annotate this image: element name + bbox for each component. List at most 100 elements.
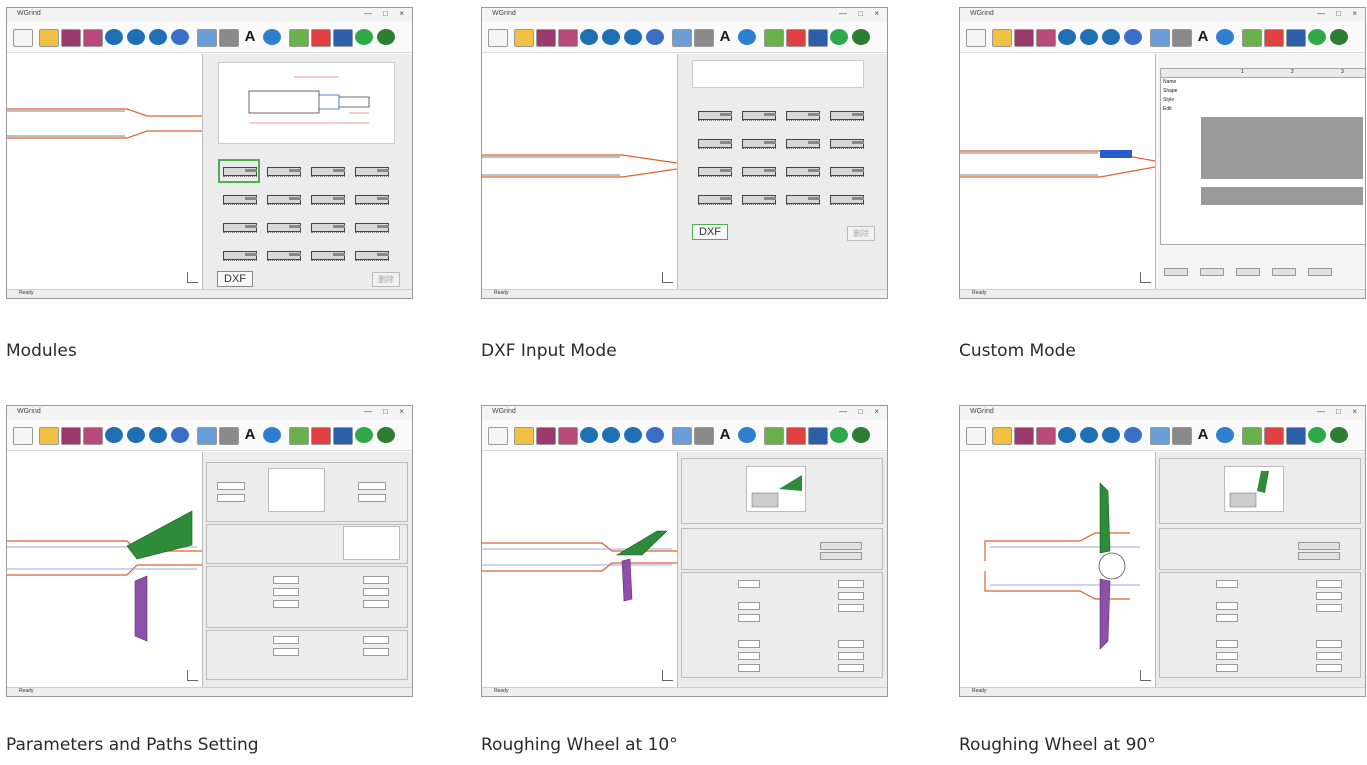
refresh-icon[interactable] xyxy=(1330,427,1348,443)
param-field[interactable] xyxy=(1316,664,1342,672)
measure-icon[interactable] xyxy=(197,427,217,445)
dxf-button[interactable]: DXF xyxy=(692,224,728,240)
save-as-icon[interactable] xyxy=(558,427,578,445)
module-thumb[interactable] xyxy=(263,160,303,182)
save-as-icon[interactable] xyxy=(1036,29,1056,47)
origin-icon[interactable] xyxy=(1264,427,1284,445)
maximize-icon[interactable]: □ xyxy=(1336,9,1341,18)
maximize-icon[interactable]: □ xyxy=(383,407,388,416)
dressing-button[interactable] xyxy=(1298,552,1340,560)
module-thumb[interactable] xyxy=(738,188,778,210)
module-thumb[interactable] xyxy=(826,160,866,182)
table-action-button[interactable] xyxy=(1200,268,1224,276)
pan-icon[interactable] xyxy=(646,29,664,45)
param-field[interactable] xyxy=(738,614,760,622)
zoom-fit-icon[interactable] xyxy=(149,29,167,45)
pencil-icon[interactable] xyxy=(694,427,714,445)
zoom-fit-icon[interactable] xyxy=(624,29,642,45)
module-thumb[interactable] xyxy=(738,104,778,126)
module-thumb[interactable] xyxy=(219,188,259,210)
param-field[interactable] xyxy=(273,648,299,656)
new-file-icon[interactable] xyxy=(488,29,508,47)
save-as-icon[interactable] xyxy=(558,29,578,47)
dressing-button[interactable] xyxy=(820,552,862,560)
param-field[interactable] xyxy=(1316,592,1342,600)
help-icon[interactable] xyxy=(1216,427,1234,443)
module-thumb[interactable] xyxy=(263,244,303,266)
table-action-button[interactable] xyxy=(1308,268,1332,276)
new-file-icon[interactable] xyxy=(13,29,33,47)
grid-icon[interactable] xyxy=(764,29,784,47)
param-field[interactable] xyxy=(1316,652,1342,660)
module-thumb[interactable] xyxy=(782,160,822,182)
param-field[interactable] xyxy=(1216,614,1238,622)
open-folder-icon[interactable] xyxy=(39,427,59,445)
origin-icon[interactable] xyxy=(786,427,806,445)
pan-icon[interactable] xyxy=(1124,29,1142,45)
help-icon[interactable] xyxy=(263,29,281,45)
new-file-icon[interactable] xyxy=(488,427,508,445)
close-icon[interactable]: × xyxy=(1352,407,1357,416)
zoom-out-icon[interactable] xyxy=(1080,427,1098,443)
origin-icon[interactable] xyxy=(311,29,331,47)
module-thumb[interactable] xyxy=(219,244,259,266)
param-field[interactable] xyxy=(738,580,760,588)
param-field[interactable] xyxy=(1316,580,1342,588)
grid-icon[interactable] xyxy=(764,427,784,445)
module-thumb[interactable] xyxy=(307,244,347,266)
pencil-icon[interactable] xyxy=(694,29,714,47)
zoom-in-icon[interactable] xyxy=(1058,427,1076,443)
minimize-icon[interactable]: — xyxy=(364,407,372,416)
text-icon[interactable]: A xyxy=(716,427,734,443)
delete-button[interactable]: 删除 xyxy=(847,226,875,241)
copy-icon[interactable] xyxy=(808,427,828,445)
zoom-fit-icon[interactable] xyxy=(1102,29,1120,45)
param-field[interactable] xyxy=(358,482,386,490)
param-field[interactable] xyxy=(738,640,760,648)
pencil-icon[interactable] xyxy=(1172,427,1192,445)
open-folder-icon[interactable] xyxy=(514,427,534,445)
copy-icon[interactable] xyxy=(808,29,828,47)
zoom-out-icon[interactable] xyxy=(602,29,620,45)
param-field[interactable] xyxy=(1216,640,1238,648)
module-thumb[interactable] xyxy=(694,188,734,210)
open-folder-icon[interactable] xyxy=(39,29,59,47)
save-as-icon[interactable] xyxy=(83,427,103,445)
module-thumb[interactable] xyxy=(782,132,822,154)
parameter-table[interactable]: 1 2 3 Name Shape Style Edit xyxy=(1160,68,1365,245)
drawing-canvas[interactable] xyxy=(482,53,678,289)
zoom-fit-icon[interactable] xyxy=(149,427,167,443)
module-thumb[interactable] xyxy=(307,160,347,182)
module-thumb[interactable] xyxy=(782,104,822,126)
delete-button[interactable]: 删除 xyxy=(372,272,400,287)
maximize-icon[interactable]: □ xyxy=(1336,407,1341,416)
up-arrow-icon[interactable] xyxy=(1308,29,1326,45)
new-file-icon[interactable] xyxy=(966,29,986,47)
drawing-canvas[interactable] xyxy=(960,451,1155,687)
minimize-icon[interactable]: — xyxy=(364,9,372,18)
open-folder-icon[interactable] xyxy=(514,29,534,47)
zoom-out-icon[interactable] xyxy=(1080,29,1098,45)
new-file-icon[interactable] xyxy=(13,427,33,445)
param-field[interactable] xyxy=(273,576,299,584)
save-icon[interactable] xyxy=(1014,29,1034,47)
zoom-fit-icon[interactable] xyxy=(1102,427,1120,443)
pan-icon[interactable] xyxy=(171,29,189,45)
text-icon[interactable]: A xyxy=(241,427,259,443)
param-field[interactable] xyxy=(838,652,864,660)
param-field[interactable] xyxy=(838,592,864,600)
up-arrow-icon[interactable] xyxy=(355,29,373,45)
text-icon[interactable]: A xyxy=(1194,427,1212,443)
pencil-icon[interactable] xyxy=(219,427,239,445)
zoom-in-icon[interactable] xyxy=(580,29,598,45)
param-field[interactable] xyxy=(273,636,299,644)
close-icon[interactable]: × xyxy=(874,407,879,416)
copy-icon[interactable] xyxy=(333,427,353,445)
zoom-in-icon[interactable] xyxy=(105,29,123,45)
param-field[interactable] xyxy=(1216,652,1238,660)
module-thumb[interactable] xyxy=(219,216,259,238)
text-icon[interactable]: A xyxy=(241,29,259,45)
param-field[interactable] xyxy=(1216,580,1238,588)
module-thumb[interactable] xyxy=(826,104,866,126)
refresh-icon[interactable] xyxy=(852,29,870,45)
